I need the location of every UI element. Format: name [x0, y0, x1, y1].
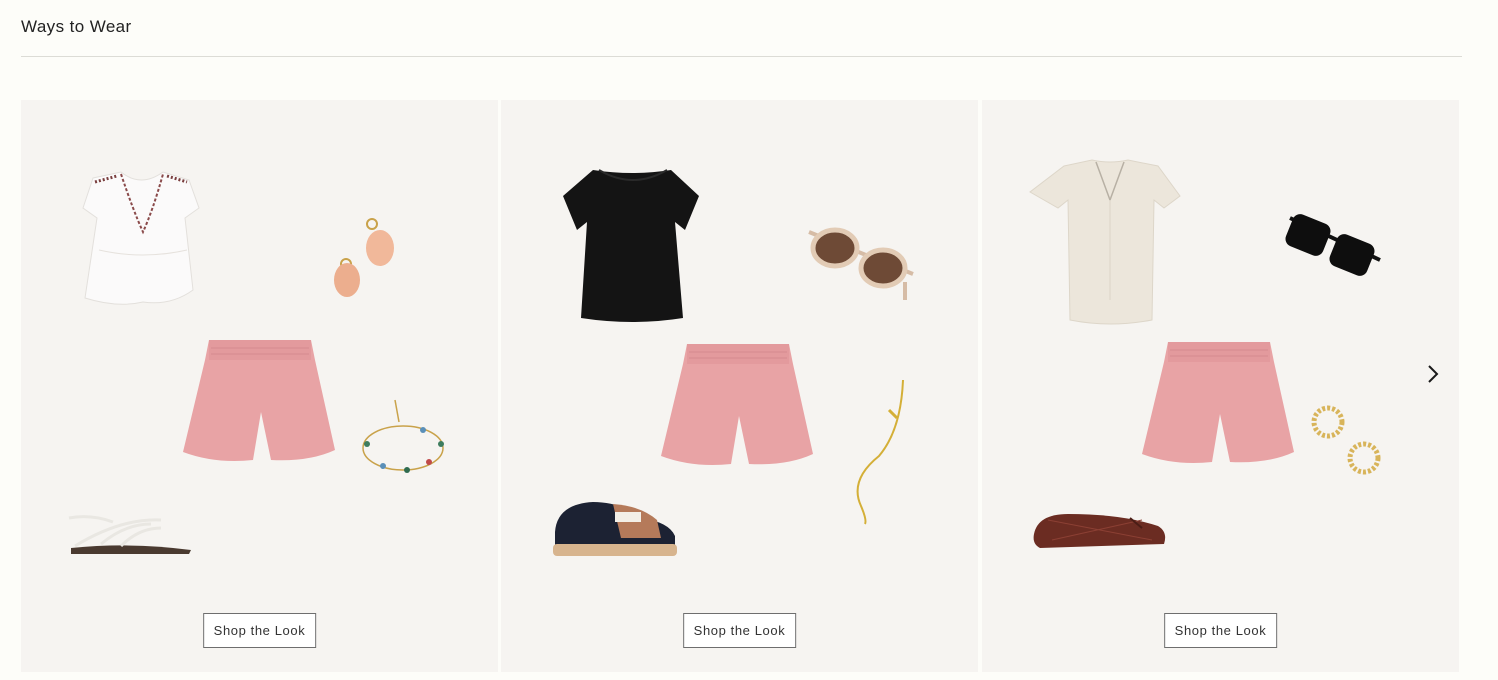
black-tee-image — [563, 169, 699, 322]
pink-shorts-image — [661, 344, 813, 465]
pink-shorts-image — [1142, 342, 1294, 463]
black-sunglasses-image — [1285, 214, 1381, 276]
beaded-bracelet-image — [362, 399, 444, 473]
section-title: Ways to Wear — [21, 17, 132, 36]
gold-hoop-earrings-image — [1311, 405, 1381, 475]
divider — [21, 56, 1462, 57]
carousel-next-button[interactable] — [1422, 363, 1444, 385]
look-card-1[interactable]: Shop the Look — [21, 100, 498, 672]
chevron-right-icon — [1428, 365, 1439, 383]
peach-earrings-image — [334, 218, 394, 297]
shop-the-look-button[interactable]: Shop the Look — [682, 613, 797, 648]
woven-flat-image — [1033, 514, 1166, 548]
look-card-3[interactable]: Shop the Look — [982, 100, 1459, 672]
pink-shorts-image — [183, 340, 335, 461]
ivory-blouse-image — [1029, 159, 1181, 325]
look-2-outfit-image — [553, 169, 914, 556]
penny-loafer-image — [553, 502, 677, 556]
shop-the-look-button[interactable]: Shop the Look — [202, 613, 317, 648]
look-1-outfit-image — [68, 171, 444, 554]
shop-the-look-button[interactable]: Shop the Look — [1163, 613, 1278, 648]
tortoise-sunglasses-image — [808, 227, 914, 300]
white-blouse-image — [82, 171, 200, 305]
white-sandal-image — [68, 515, 191, 554]
look-card-2[interactable]: Shop the Look — [501, 100, 978, 672]
gold-necklace-image — [856, 379, 904, 525]
look-3-outfit-image — [1029, 159, 1381, 548]
